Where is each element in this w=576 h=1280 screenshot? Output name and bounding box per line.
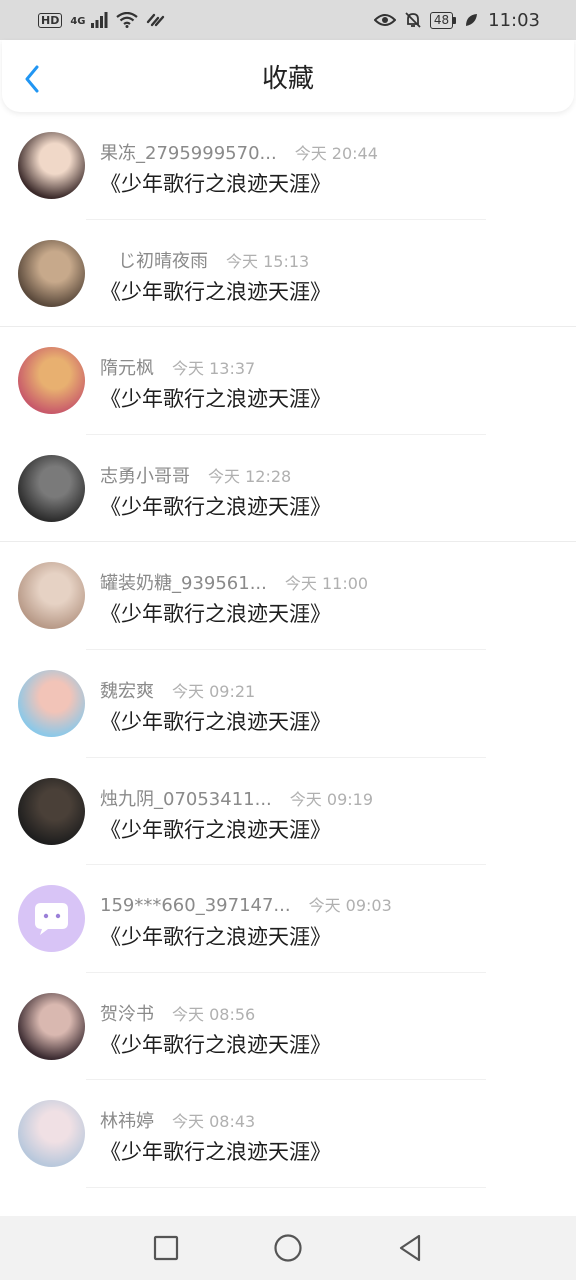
wifi-icon	[115, 12, 138, 28]
avatar[interactable]	[18, 562, 85, 630]
item-meta: 果冻_2795999570... 今天 20:44	[100, 139, 378, 165]
home-button[interactable]	[227, 1216, 349, 1280]
signal-icon	[90, 12, 108, 28]
item-meta: 罐装奶糖_939561... 今天 11:00	[100, 569, 368, 595]
link-icon	[146, 13, 164, 27]
item-meta: 烛九阴_07053411... 今天 09:19	[100, 785, 373, 811]
username[interactable]: 159***660_397147...	[100, 895, 291, 916]
avatar[interactable]	[18, 992, 85, 1060]
username[interactable]: 志勇小哥哥	[100, 462, 190, 488]
mute-bell-icon	[405, 12, 421, 28]
avatar[interactable]	[18, 347, 85, 415]
page-title: 收藏	[261, 63, 314, 94]
favorite-item[interactable]: 志勇小哥哥 今天 12:28 《少年歌行之浪迹天涯》	[0, 435, 576, 543]
username[interactable]: 林祎婷	[100, 1107, 154, 1133]
timestamp: 今天 09:19	[289, 789, 373, 809]
favorite-item[interactable]: じ初晴夜雨 今天 15:13 《少年歌行之浪迹天涯》	[0, 220, 576, 328]
clock: 11:03	[488, 9, 540, 31]
timestamp: 今天 09:21	[172, 681, 256, 701]
square-icon	[153, 1235, 179, 1261]
eye-icon	[373, 14, 396, 26]
username[interactable]: じ初晴夜雨	[100, 247, 208, 273]
avatar[interactable]	[18, 777, 85, 845]
header-bar: 收藏	[2, 40, 574, 112]
hd-badge: HD	[38, 12, 63, 28]
favorite-item[interactable]: 魏宏爽 今天 09:21 《少年歌行之浪迹天涯》	[0, 650, 576, 758]
favorite-title[interactable]: 《少年歌行之浪迹天涯》	[100, 706, 331, 736]
circle-icon	[274, 1234, 302, 1262]
system-nav-bar	[0, 1216, 576, 1280]
item-meta: 159***660_397147... 今天 09:03	[100, 892, 392, 916]
timestamp: 今天 13:37	[172, 359, 256, 379]
username[interactable]: 贺泠书	[100, 1000, 154, 1026]
timestamp: 今天 15:13	[226, 251, 310, 271]
status-bar: HD 4G 48 11:03	[0, 0, 576, 40]
favorite-title[interactable]: 《少年歌行之浪迹天涯》	[100, 598, 331, 628]
favorite-item[interactable]: 159***660_397147... 今天 09:03 《少年歌行之浪迹天涯》	[0, 865, 576, 973]
chat-bubble-icon	[35, 903, 68, 936]
avatar[interactable]	[18, 1100, 85, 1168]
favorite-title[interactable]: 《少年歌行之浪迹天涯》	[100, 168, 331, 198]
chevron-left-icon	[25, 65, 39, 93]
favorite-item[interactable]: 烛九阴_07053411... 今天 09:19 《少年歌行之浪迹天涯》	[0, 758, 576, 866]
avatar[interactable]	[18, 669, 85, 737]
battery-level: 48	[429, 11, 454, 29]
timestamp: 今天 12:28	[208, 466, 292, 486]
favorite-title[interactable]: 《少年歌行之浪迹天涯》	[100, 383, 331, 413]
triangle-back-icon	[399, 1234, 421, 1262]
timestamp: 今天 08:56	[172, 1004, 256, 1024]
item-meta: 隋元枫 今天 13:37	[100, 354, 255, 380]
timestamp: 今天 08:43	[172, 1112, 256, 1132]
item-meta: じ初晴夜雨 今天 15:13	[100, 247, 309, 273]
item-meta: 林祎婷 今天 08:43	[100, 1107, 255, 1133]
avatar[interactable]	[18, 885, 85, 953]
avatar[interactable]	[18, 239, 85, 307]
recent-apps-button[interactable]	[105, 1216, 227, 1280]
favorites-list: 果冻_2795999570... 今天 20:44 《少年歌行之浪迹天涯》 じ初晴夜…	[0, 112, 576, 1188]
leaf-icon	[466, 14, 478, 26]
favorite-title[interactable]: 《少年歌行之浪迹天涯》	[100, 921, 331, 951]
system-back-button[interactable]	[349, 1216, 471, 1280]
back-button[interactable]	[20, 64, 44, 94]
battery-icon: 48	[429, 11, 457, 29]
favorite-title[interactable]: 《少年歌行之浪迹天涯》	[100, 491, 331, 521]
item-meta: 志勇小哥哥 今天 12:28	[100, 462, 291, 488]
favorite-item[interactable]: 贺泠书 今天 08:56 《少年歌行之浪迹天涯》	[0, 973, 576, 1081]
timestamp: 今天 20:44	[294, 144, 378, 163]
favorite-item[interactable]: 林祎婷 今天 08:43 《少年歌行之浪迹天涯》	[0, 1080, 576, 1188]
favorite-item[interactable]: 果冻_2795999570... 今天 20:44 《少年歌行之浪迹天涯》	[0, 112, 576, 220]
favorite-title[interactable]: 《少年歌行之浪迹天涯》	[100, 814, 331, 844]
avatar[interactable]	[18, 132, 85, 199]
avatar[interactable]	[18, 454, 85, 522]
favorite-item[interactable]: 罐装奶糖_939561... 今天 11:00 《少年歌行之浪迹天涯》	[0, 542, 576, 650]
timestamp: 今天 11:00	[284, 574, 369, 594]
username[interactable]: 隋元枫	[100, 354, 154, 380]
favorite-item[interactable]: 隋元枫 今天 13:37 《少年歌行之浪迹天涯》	[0, 327, 576, 435]
username[interactable]: 烛九阴_07053411...	[100, 785, 272, 811]
favorite-title[interactable]: 《少年歌行之浪迹天涯》	[100, 276, 331, 306]
item-meta: 贺泠书 今天 08:56	[100, 1000, 255, 1026]
username[interactable]: 罐装奶糖_939561...	[100, 569, 267, 595]
network-type: 4G	[70, 16, 86, 27]
username[interactable]: 魏宏爽	[100, 677, 154, 703]
item-meta: 魏宏爽 今天 09:21	[100, 677, 255, 703]
username[interactable]: 果冻_2795999570...	[100, 139, 277, 165]
divider	[86, 1186, 486, 1188]
favorite-title[interactable]: 《少年歌行之浪迹天涯》	[100, 1136, 331, 1166]
favorite-title[interactable]: 《少年歌行之浪迹天涯》	[100, 1029, 331, 1059]
timestamp: 今天 09:03	[308, 896, 392, 916]
